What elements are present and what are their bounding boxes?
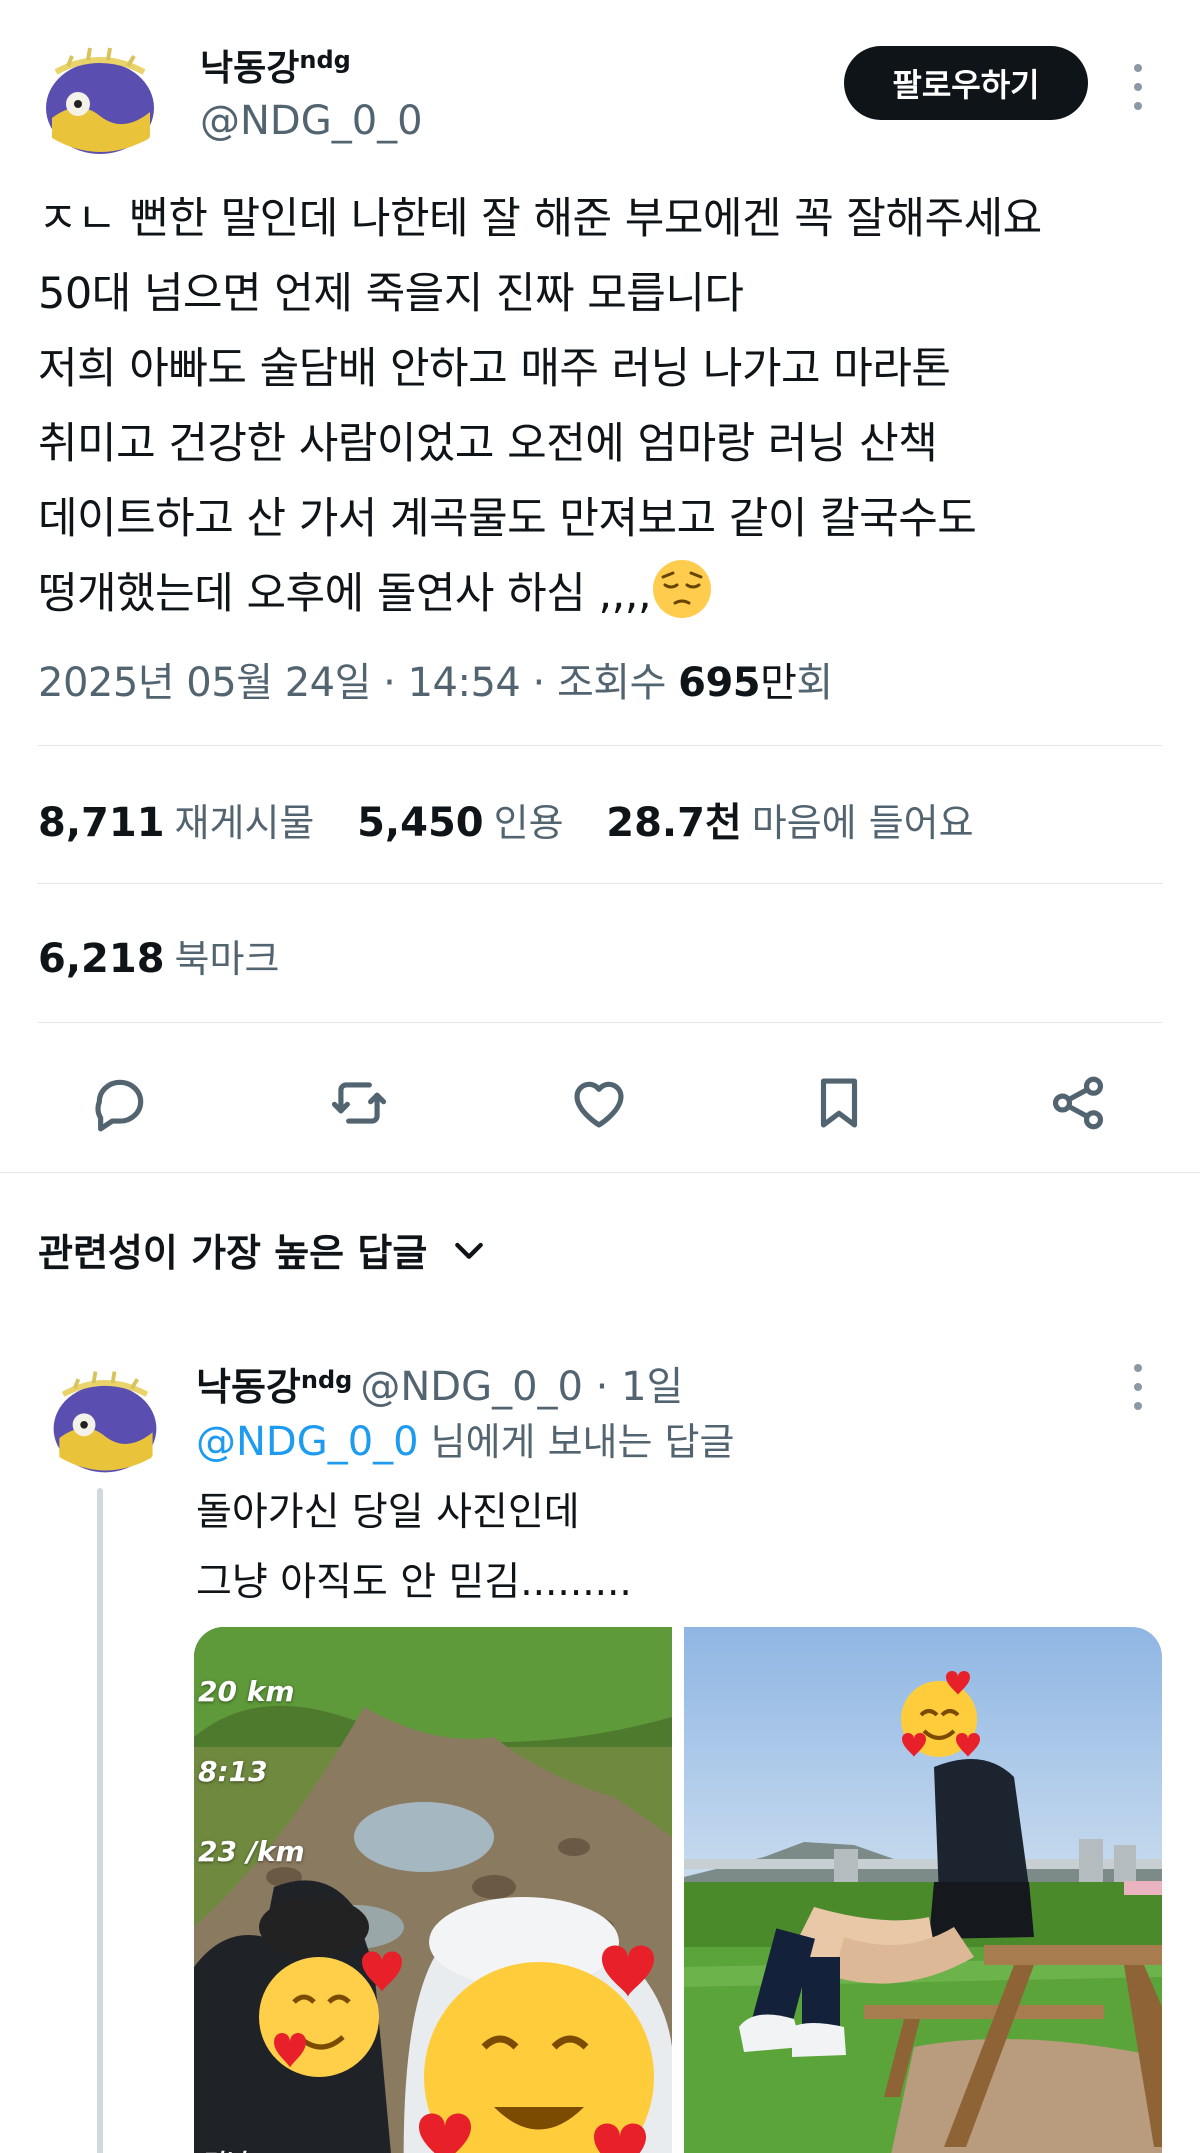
tweet-timestamp-views: 2025년 05월 24일 · 14:54 · 조회수 695만회: [38, 650, 833, 708]
author-avatar[interactable]: [38, 38, 162, 162]
photo-overlay-distance: 20 km: [198, 1675, 295, 1708]
reply-to-label: 님에게 보내는 답글: [430, 1420, 735, 1464]
reply-more-options-icon[interactable]: [1128, 1364, 1148, 1410]
quotes-stat[interactable]: 5,450 인용: [357, 792, 563, 847]
like-icon[interactable]: [566, 1070, 632, 1136]
tweet-line: 데이트하고 산 가서 계곡물도 만져보고 같이 칼국수도: [38, 494, 977, 544]
tweet-line-last: 떵개했는데 오후에 돌연사 하심 ,,,,: [38, 557, 1168, 632]
reply-to-mention[interactable]: @NDG_0_0: [196, 1419, 419, 1465]
retweet-icon[interactable]: [326, 1070, 392, 1136]
pensive-face-emoji-icon: [651, 558, 713, 620]
chevron-down-icon: [455, 1242, 484, 1259]
reply-line: 돌아가신 당일 사진인데: [196, 1490, 580, 1535]
retweets-stat[interactable]: 8,711 재게시물: [38, 792, 314, 847]
likes-stat[interactable]: 28.7천 마음에 들어요: [606, 790, 973, 848]
more-options-icon[interactable]: [1128, 64, 1148, 110]
bookmark-icon[interactable]: [806, 1070, 872, 1136]
reply-display-name[interactable]: 낙동강ndg: [196, 1365, 352, 1409]
section-divider: [0, 1172, 1200, 1173]
author-name-suffix: ndg: [299, 46, 351, 74]
replies-sort-dropdown[interactable]: 관련성이 가장 높은 답글: [38, 1222, 489, 1277]
replies-sort-label: 관련성이 가장 높은 답글: [38, 1231, 428, 1275]
tweet-stats: 8,711 재게시물 5,450 인용 28.7천 마음에 들어요: [38, 790, 1004, 848]
photo-overlay-caption: 러닝: [200, 2143, 244, 2153]
reply-name-suffix: ndg: [300, 1366, 353, 1394]
views-unit: 만: [760, 660, 797, 706]
thread-line: [97, 1488, 103, 2153]
replying-to: @NDG_0_0 님에게 보내는 답글: [196, 1412, 734, 1472]
tweet-line: 50대 넘으면 언제 죽을지 진짜 모릅니다: [38, 269, 744, 319]
share-icon[interactable]: [1045, 1070, 1111, 1136]
tweet-detail-page: 낙동강ndg @NDG_0_0 팔로우하기 ㅈㄴ 뻔한 말인데 나한테 잘 해준…: [0, 0, 1200, 2153]
tweet-timestamp[interactable]: 2025년 05월 24일 · 14:54 · 조회수: [38, 660, 678, 706]
views-suffix: 회: [796, 660, 833, 706]
author-names: 낙동강ndg @NDG_0_0: [200, 36, 423, 149]
tweet-line: ㅈㄴ 뻔한 말인데 나한테 잘 해준 부모에겐 꼭 잘해주세요: [38, 194, 1042, 244]
author-handle[interactable]: @NDG_0_0: [200, 93, 423, 149]
tweet-text: ㅈㄴ 뻔한 말인데 나한테 잘 해준 부모에겐 꼭 잘해주세요 50대 넘으면 …: [38, 182, 1168, 632]
tweet-action-bar: [0, 1060, 1200, 1140]
reply-photo-2[interactable]: [684, 1627, 1162, 2153]
tweet-line: 취미고 건강한 사람이었고 오전에 엄마랑 러닝 산책: [38, 419, 938, 469]
divider: [38, 1022, 1162, 1023]
reply-text: 돌아가신 당일 사진인데 그냥 아직도 안 믿김.........: [196, 1478, 632, 1618]
author-display-name[interactable]: 낙동강ndg: [200, 36, 423, 93]
tweet-author-row: 낙동강ndg @NDG_0_0 팔로우하기: [38, 30, 1162, 170]
reply-icon[interactable]: [87, 1070, 153, 1136]
views-count: 695: [678, 660, 761, 706]
reply-handle-time[interactable]: @NDG_0_0 · 1일: [360, 1364, 683, 1410]
divider: [38, 745, 1162, 746]
reply-tweet[interactable]: 낙동강ndg @NDG_0_0 · 1일 @NDG_0_0 님에게 보내는 답글 돌…: [38, 1352, 1162, 2153]
bookmarks-stat[interactable]: 6,218 북마크: [38, 928, 279, 983]
follow-button[interactable]: 팔로우하기: [844, 46, 1088, 120]
reply-photo-1[interactable]: 20 km 8:13 23 /km 러닝: [194, 1627, 672, 2153]
reply-media-grid: 20 km 8:13 23 /km 러닝: [194, 1627, 1162, 2153]
reply-line: 그냥 아직도 안 믿김.........: [196, 1560, 632, 1605]
photo-overlay-time: 8:13: [198, 1755, 268, 1788]
divider: [38, 883, 1162, 884]
photo-overlay-pace: 23 /km: [198, 1835, 305, 1868]
reply-header: 낙동강ndg @NDG_0_0 · 1일: [196, 1352, 683, 1415]
tweet-line: 저희 아빠도 술담배 안하고 매주 러닝 나가고 마라톤: [38, 344, 951, 394]
reply-author-avatar[interactable]: [46, 1362, 164, 1480]
